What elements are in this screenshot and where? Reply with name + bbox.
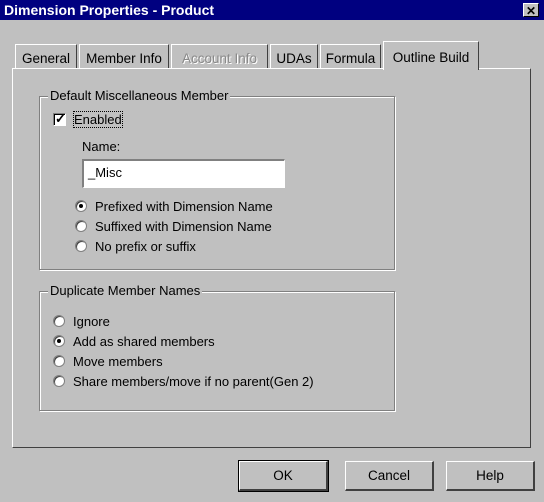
radio-label: Suffixed with Dimension Name [95,218,272,234]
ok-button[interactable]: OK [238,460,329,492]
radio-prefixed[interactable]: Prefixed with Dimension Name [75,197,273,215]
tab-panel: Default Miscellaneous Member ✓ Enabled N… [12,68,531,448]
radio-no-prefix[interactable]: No prefix or suffix [75,237,196,255]
window-title: Dimension Properties - Product [4,2,215,18]
radio-label: Prefixed with Dimension Name [95,198,273,214]
tab-member-info[interactable]: Member Info [79,44,169,68]
enabled-label: Enabled [73,110,123,128]
radio-add-shared[interactable]: Add as shared members [53,332,215,350]
radio-label: Add as shared members [73,333,215,349]
radio-move-members[interactable]: Move members [53,352,163,370]
checkbox-box[interactable]: ✓ [53,110,66,126]
radio-label: Share members/move if no parent(Gen 2) [73,373,314,389]
title-bar: Dimension Properties - Product ✕ [0,0,544,20]
radio-label: Ignore [73,313,110,329]
radio-button[interactable] [75,200,87,212]
help-button[interactable]: Help [446,461,535,491]
radio-button[interactable] [75,220,87,232]
radio-button[interactable] [53,335,65,347]
radio-button[interactable] [53,355,65,367]
group-title: Default Miscellaneous Member [48,88,231,103]
checkmark-icon: ✓ [55,110,66,126]
default-misc-member-group: Default Miscellaneous Member ✓ Enabled N… [39,88,395,270]
enabled-checkbox[interactable]: ✓ Enabled [53,110,123,128]
duplicate-member-names-group: Duplicate Member Names Ignore Add as sha… [39,283,395,411]
tab-outline-build[interactable]: Outline Build [383,41,479,70]
cancel-button[interactable]: Cancel [345,461,434,491]
tab-account-info: Account Info [171,44,268,68]
close-button[interactable]: ✕ [523,3,539,18]
radio-suffixed[interactable]: Suffixed with Dimension Name [75,217,272,235]
radio-share-members[interactable]: Share members/move if no parent(Gen 2) [53,372,314,390]
radio-label: Move members [73,353,163,369]
group-title: Duplicate Member Names [48,283,203,298]
radio-ignore[interactable]: Ignore [53,312,110,330]
name-input[interactable]: _Misc [82,159,285,188]
name-label: Name: [82,139,121,154]
radio-button[interactable] [53,315,65,327]
radio-label: No prefix or suffix [95,238,196,254]
radio-button[interactable] [53,375,65,387]
tab-udas[interactable]: UDAs [270,44,318,68]
tab-formula[interactable]: Formula [320,44,381,68]
radio-button[interactable] [75,240,87,252]
tab-general[interactable]: General [15,44,77,68]
